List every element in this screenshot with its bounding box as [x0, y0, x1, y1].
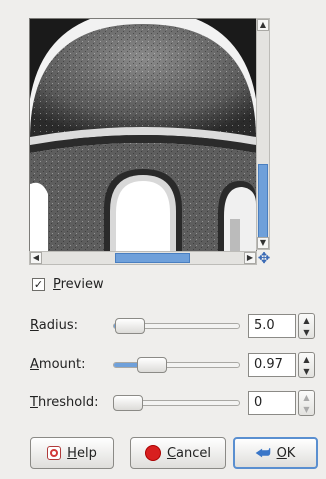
threshold-label: Threshold:: [30, 395, 99, 410]
radius-label: Radius:: [30, 318, 78, 333]
radius-slider-handle[interactable]: [115, 318, 145, 334]
cancel-icon: [144, 445, 161, 461]
decrement-icon[interactable]: ▼: [303, 367, 309, 376]
ok-arrow-icon: ⮨: [255, 443, 271, 462]
preview-horizontal-scrollbar[interactable]: ◀ ▶: [29, 251, 257, 265]
preview-vertical-scrollbar[interactable]: ▲ ▼: [256, 18, 270, 250]
preview-label: Preview: [53, 276, 104, 292]
threshold-slider-handle[interactable]: [113, 395, 143, 411]
amount-label: Amount:: [30, 357, 86, 372]
help-button-label: Help: [67, 445, 97, 461]
scroll-right-icon[interactable]: ▶: [244, 252, 256, 264]
increment-icon[interactable]: ▲: [303, 355, 309, 364]
scroll-up-icon[interactable]: ▲: [257, 19, 269, 31]
increment-icon[interactable]: ▲: [303, 316, 309, 325]
ok-button-label: OK: [276, 445, 296, 461]
preview-image[interactable]: [29, 18, 257, 252]
help-button[interactable]: Help: [30, 437, 114, 469]
radius-spin-buttons[interactable]: ▲ ▼: [298, 313, 315, 339]
preview-toggle[interactable]: ✓ Preview: [32, 274, 104, 294]
cancel-button-label: Cancel: [166, 445, 212, 461]
horizontal-scroll-thumb[interactable]: [115, 253, 190, 263]
decrement-icon[interactable]: ▼: [303, 328, 309, 337]
vertical-scroll-thumb[interactable]: [258, 164, 268, 239]
decrement-icon[interactable]: ▼: [303, 405, 309, 414]
amount-value-input[interactable]: 0.97: [248, 353, 296, 377]
scroll-left-icon[interactable]: ◀: [30, 252, 42, 264]
radius-value-input[interactable]: 5.0: [248, 314, 296, 338]
amount-spin-buttons[interactable]: ▲ ▼: [298, 352, 315, 378]
scroll-down-icon[interactable]: ▼: [257, 237, 269, 249]
threshold-value-input[interactable]: 0: [248, 391, 296, 415]
navigate-icon[interactable]: ✥: [257, 251, 271, 266]
amount-slider-handle[interactable]: [137, 357, 167, 373]
help-icon: [47, 446, 62, 460]
amount-slider[interactable]: [113, 362, 240, 368]
threshold-spin-buttons[interactable]: ▲ ▼: [298, 390, 315, 416]
preview-checkbox[interactable]: ✓: [32, 277, 45, 291]
cancel-button[interactable]: Cancel: [130, 437, 226, 469]
ok-button[interactable]: ⮨ OK: [233, 437, 318, 469]
increment-icon[interactable]: ▲: [303, 393, 309, 402]
